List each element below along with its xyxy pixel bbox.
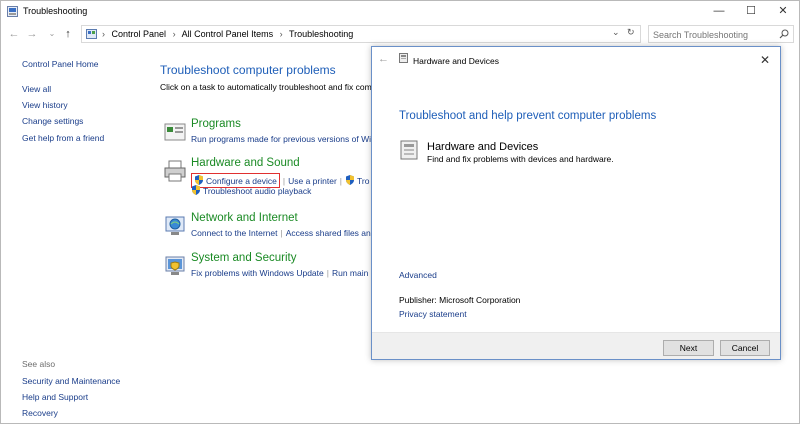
shield-icon bbox=[195, 175, 203, 185]
refresh-icon[interactable]: ↻ bbox=[627, 27, 635, 38]
breadcrumb-all-items[interactable]: All Control Panel Items bbox=[182, 29, 274, 39]
link-troubleshoot-audio[interactable]: Troubleshoot audio playback bbox=[203, 186, 311, 196]
forward-arrow-icon[interactable]: → bbox=[25, 27, 39, 41]
address-dropdown-chevron-icon[interactable]: ⌄ bbox=[612, 27, 620, 38]
sidebar-change-settings[interactable]: Change settings bbox=[22, 116, 83, 126]
sidebar-view-all[interactable]: View all bbox=[22, 84, 51, 94]
next-button[interactable]: Next bbox=[663, 340, 714, 356]
sidebar-security-maintenance[interactable]: Security and Maintenance bbox=[22, 376, 120, 386]
dialog-title: Hardware and Devices bbox=[413, 56, 499, 66]
category-hardware-sound: Hardware and Sound Configure a device | U… bbox=[163, 157, 381, 201]
category-programs: Programs Run programs made for previous … bbox=[163, 118, 381, 144]
dialog-close-icon[interactable]: ✕ bbox=[760, 53, 770, 67]
advanced-link[interactable]: Advanced bbox=[399, 270, 437, 280]
dialog-heading: Troubleshoot and help prevent computer p… bbox=[399, 110, 657, 122]
link-connect-internet[interactable]: Connect to the Internet bbox=[191, 228, 277, 238]
printer-icon bbox=[164, 160, 186, 182]
dialog-header: ← Hardware and Devices ✕ bbox=[372, 47, 780, 75]
sidebar-control-panel-home[interactable]: Control Panel Home bbox=[22, 59, 99, 69]
search-input[interactable] bbox=[653, 28, 773, 41]
recent-chevron-down-icon[interactable]: ⌄ bbox=[45, 27, 59, 41]
category-network-internet: Network and Internet Connect to the Inte… bbox=[163, 212, 381, 238]
publisher-text: Publisher: Microsoft Corporation bbox=[399, 295, 521, 305]
link-run-maintenance[interactable]: Run main bbox=[332, 268, 368, 278]
category-system-security: System and Security Fix problems with Wi… bbox=[163, 252, 381, 278]
link-access-shared-files[interactable]: Access shared files an bbox=[286, 228, 371, 238]
hardware-device-icon bbox=[400, 140, 418, 160]
category-title-programs[interactable]: Programs bbox=[191, 118, 241, 130]
breadcrumb: › Control Panel › All Control Panel Item… bbox=[102, 29, 354, 39]
breadcrumb-troubleshooting[interactable]: Troubleshooting bbox=[289, 29, 353, 39]
page-title: Troubleshoot computer problems bbox=[160, 63, 336, 77]
system-security-icon bbox=[165, 256, 185, 275]
troubleshooter-description: Find and fix problems with devices and h… bbox=[427, 154, 614, 164]
minimize-button[interactable]: — bbox=[703, 1, 735, 21]
link-run-older-programs[interactable]: Run programs made for previous versions … bbox=[191, 134, 371, 144]
shield-icon bbox=[346, 175, 354, 185]
hardware-devices-dialog: ← Hardware and Devices ✕ Troubleshoot an… bbox=[371, 46, 781, 360]
address-row: ← → ⌄ ↑ › Control Panel › All Control Pa… bbox=[1, 23, 799, 45]
address-bar[interactable]: › Control Panel › All Control Panel Item… bbox=[81, 25, 641, 43]
window-title: Troubleshooting bbox=[23, 6, 88, 16]
window-close-button[interactable]: ✕ bbox=[767, 1, 799, 21]
search-box[interactable] bbox=[648, 25, 794, 43]
dialog-back-arrow-icon[interactable]: ← bbox=[378, 53, 389, 65]
category-title-system-security[interactable]: System and Security bbox=[191, 252, 296, 264]
troubleshooting-window: Troubleshooting — ☐ ✕ ← → ⌄ ↑ › Control … bbox=[0, 0, 800, 424]
control-panel-icon bbox=[86, 29, 97, 39]
category-title-hardware-sound[interactable]: Hardware and Sound bbox=[191, 157, 300, 169]
see-also-label: See also bbox=[22, 359, 56, 369]
main-content: Troubleshoot computer problems Click on … bbox=[151, 45, 381, 423]
sidebar-help-support[interactable]: Help and Support bbox=[22, 392, 88, 402]
troubleshooting-app-icon bbox=[7, 6, 18, 17]
network-globe-icon bbox=[165, 216, 185, 235]
sidebar-view-history[interactable]: View history bbox=[22, 100, 68, 110]
programs-icon bbox=[164, 123, 186, 141]
link-windows-update[interactable]: Fix problems with Windows Update bbox=[191, 268, 324, 278]
shield-icon bbox=[192, 185, 200, 195]
intro-text: Click on a task to automatically trouble… bbox=[160, 82, 372, 92]
link-troubleshoot-truncated[interactable]: Tro bbox=[345, 175, 369, 186]
privacy-statement-link[interactable]: Privacy statement bbox=[399, 309, 467, 319]
sidebar-get-help[interactable]: Get help from a friend bbox=[22, 133, 104, 143]
dialog-footer: Next Cancel bbox=[372, 332, 780, 359]
sidebar-recovery[interactable]: Recovery bbox=[22, 408, 58, 418]
cancel-button[interactable]: Cancel bbox=[720, 340, 770, 356]
breadcrumb-control-panel[interactable]: Control Panel bbox=[112, 29, 167, 39]
sidebar: Control Panel Home View all View history… bbox=[1, 45, 151, 423]
hardware-devices-icon bbox=[399, 53, 408, 63]
up-arrow-icon[interactable]: ↑ bbox=[61, 27, 75, 41]
search-icon[interactable] bbox=[779, 29, 789, 39]
maximize-button[interactable]: ☐ bbox=[735, 1, 767, 21]
back-arrow-icon[interactable]: ← bbox=[7, 27, 21, 41]
title-bar: Troubleshooting — ☐ ✕ bbox=[1, 1, 799, 23]
link-troubleshoot-truncated-label: Tro bbox=[357, 176, 370, 186]
category-title-network-internet[interactable]: Network and Internet bbox=[191, 212, 298, 224]
troubleshooter-title: Hardware and Devices bbox=[427, 141, 539, 153]
